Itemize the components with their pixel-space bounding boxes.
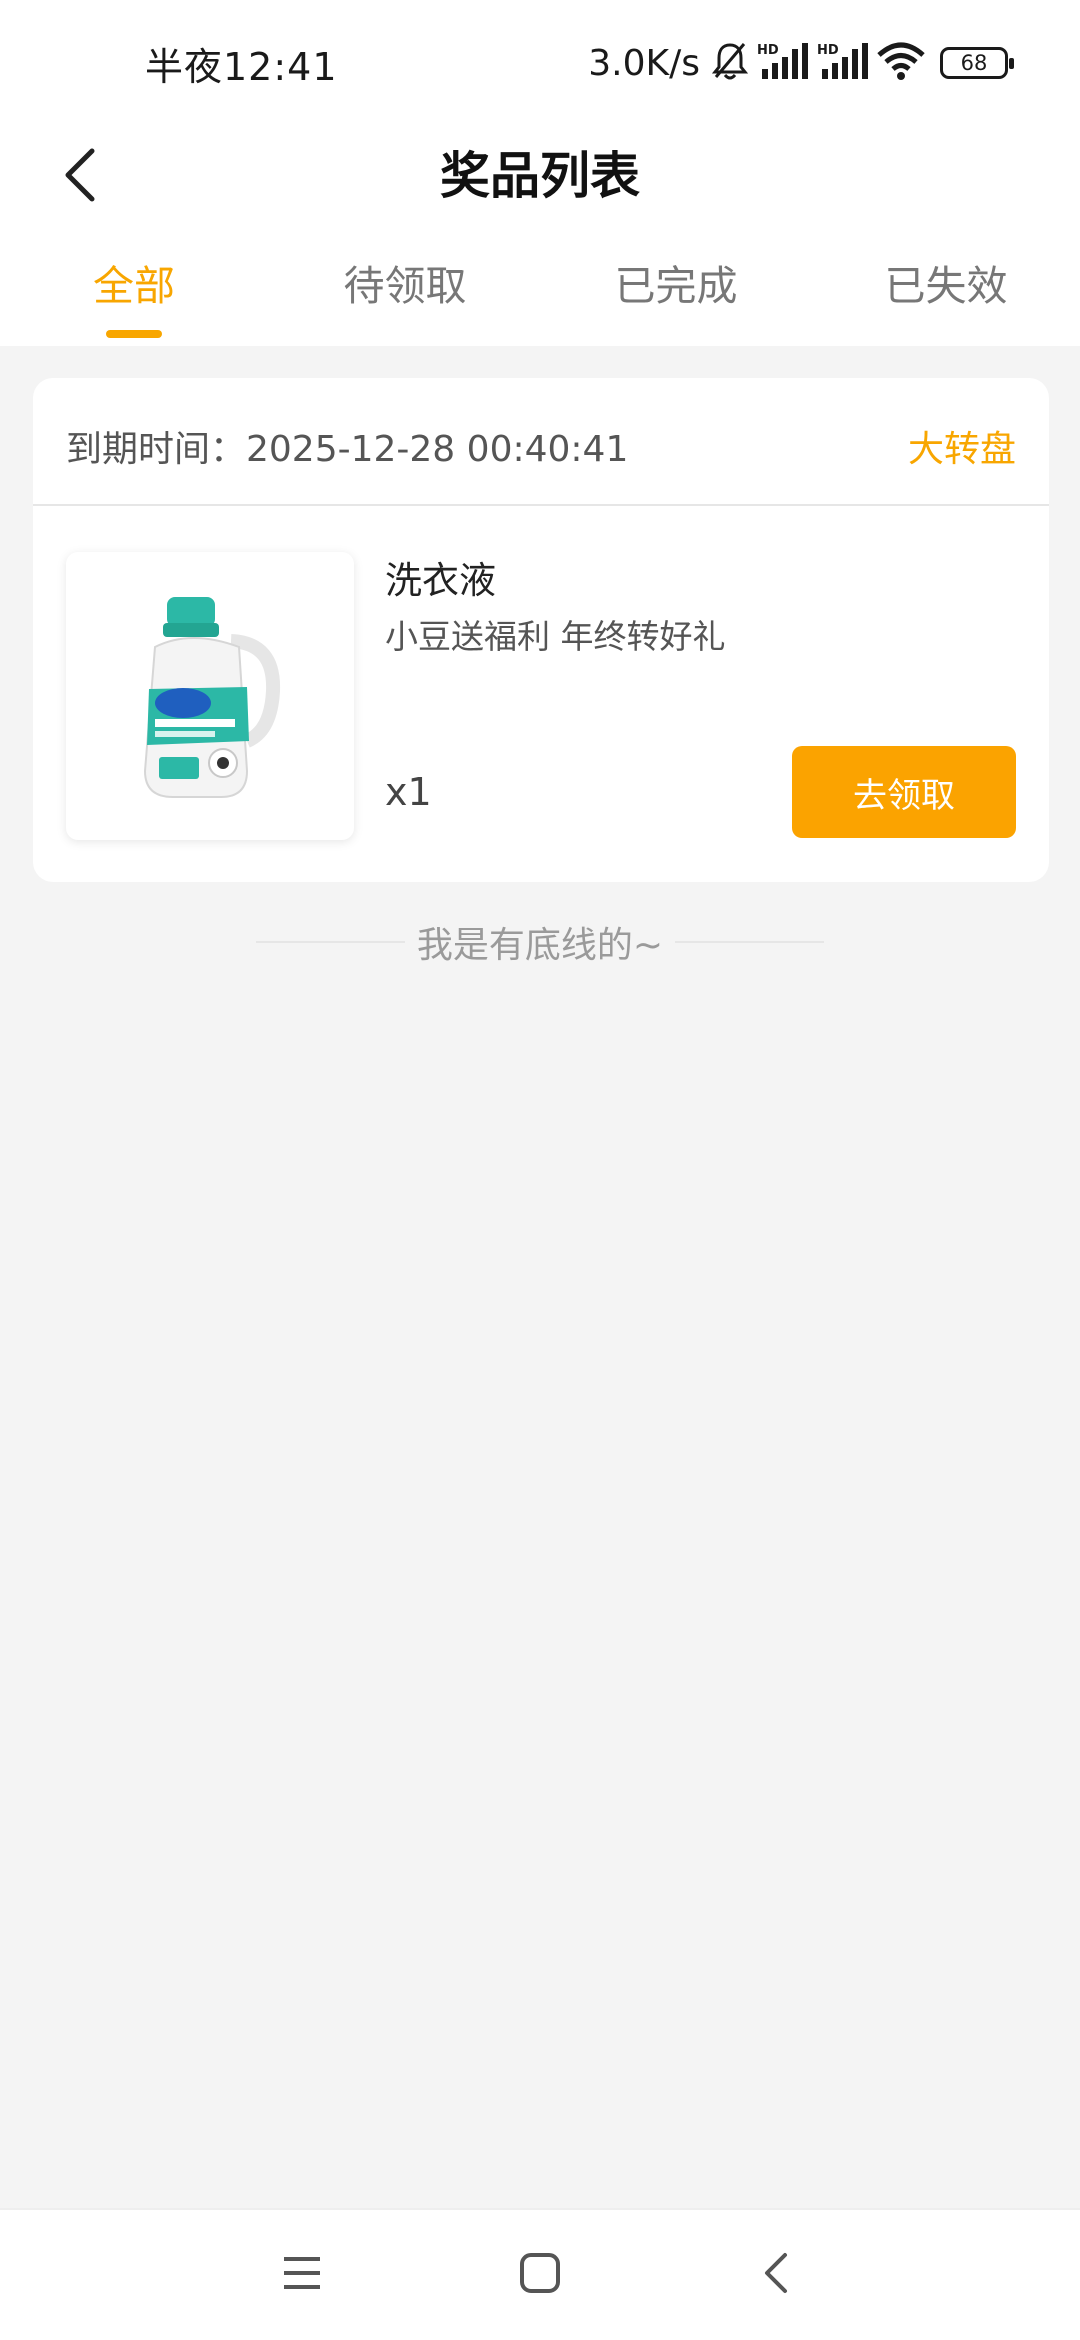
home-square-icon <box>519 2252 561 2298</box>
hd-signal-icon: HD <box>756 41 808 85</box>
menu-icon <box>280 2253 324 2297</box>
net-speed: 3.0K/s <box>588 42 700 84</box>
product-image <box>66 552 354 840</box>
end-text: 我是有底线的~ <box>416 925 664 966</box>
status-time: 半夜12:41 <box>145 45 338 89</box>
system-back-button[interactable] <box>736 2240 816 2310</box>
battery-icon: 68 <box>940 47 1014 79</box>
svg-text:HD: HD <box>757 43 779 58</box>
expire-time: 到期时间：2025-12-28 00:40:41 <box>66 429 629 470</box>
tab-all[interactable]: 全部 <box>34 250 234 346</box>
product-description: 小豆送福利 年终转好礼 <box>385 617 726 656</box>
divider <box>675 941 825 943</box>
product-quantity: x1 <box>385 770 432 814</box>
status-icons: 3.0K/s HD HD 68 <box>588 38 1014 88</box>
wifi-icon <box>876 41 926 85</box>
tab-label: 已完成 <box>614 262 738 310</box>
list-end-indicator: 我是有底线的~ <box>256 912 825 972</box>
menu-button[interactable] <box>262 2240 342 2310</box>
tab-label: 待领取 <box>343 262 467 310</box>
tab-completed[interactable]: 已完成 <box>576 250 776 346</box>
product-name: 洗衣液 <box>385 559 496 602</box>
bell-muted-icon <box>711 41 749 85</box>
tab-pending[interactable]: 待领取 <box>305 250 505 346</box>
home-button[interactable] <box>500 2240 580 2310</box>
prize-source: 大转盘 <box>907 429 1016 470</box>
laundry-detergent-bottle-image <box>143 597 281 798</box>
tab-active-indicator <box>106 330 162 338</box>
battery-level: 68 <box>960 50 988 75</box>
nav-bar: 奖品列表 <box>0 120 1080 250</box>
tab-bar: 全部 待领取 已完成 已失效 <box>0 250 1080 346</box>
prize-card[interactable]: 到期时间：2025-12-28 00:40:41 大转盘 洗衣液 小豆送福利 年… <box>33 378 1049 882</box>
claim-button[interactable]: 去领取 <box>792 746 1016 838</box>
system-nav-bar <box>0 2208 1080 2340</box>
back-chevron-icon <box>761 2251 791 2299</box>
svg-text:HD: HD <box>817 43 839 58</box>
tab-label: 已失效 <box>884 262 1008 310</box>
hd-signal-icon: HD <box>816 41 868 85</box>
divider <box>256 941 405 943</box>
tab-expired[interactable]: 已失效 <box>846 250 1046 346</box>
tab-label: 全部 <box>93 262 175 310</box>
card-header: 到期时间：2025-12-28 00:40:41 大转盘 <box>33 378 1049 506</box>
status-bar: 半夜12:41 3.0K/s HD HD 68 <box>0 0 1080 120</box>
page-title: 奖品列表 <box>440 147 640 205</box>
